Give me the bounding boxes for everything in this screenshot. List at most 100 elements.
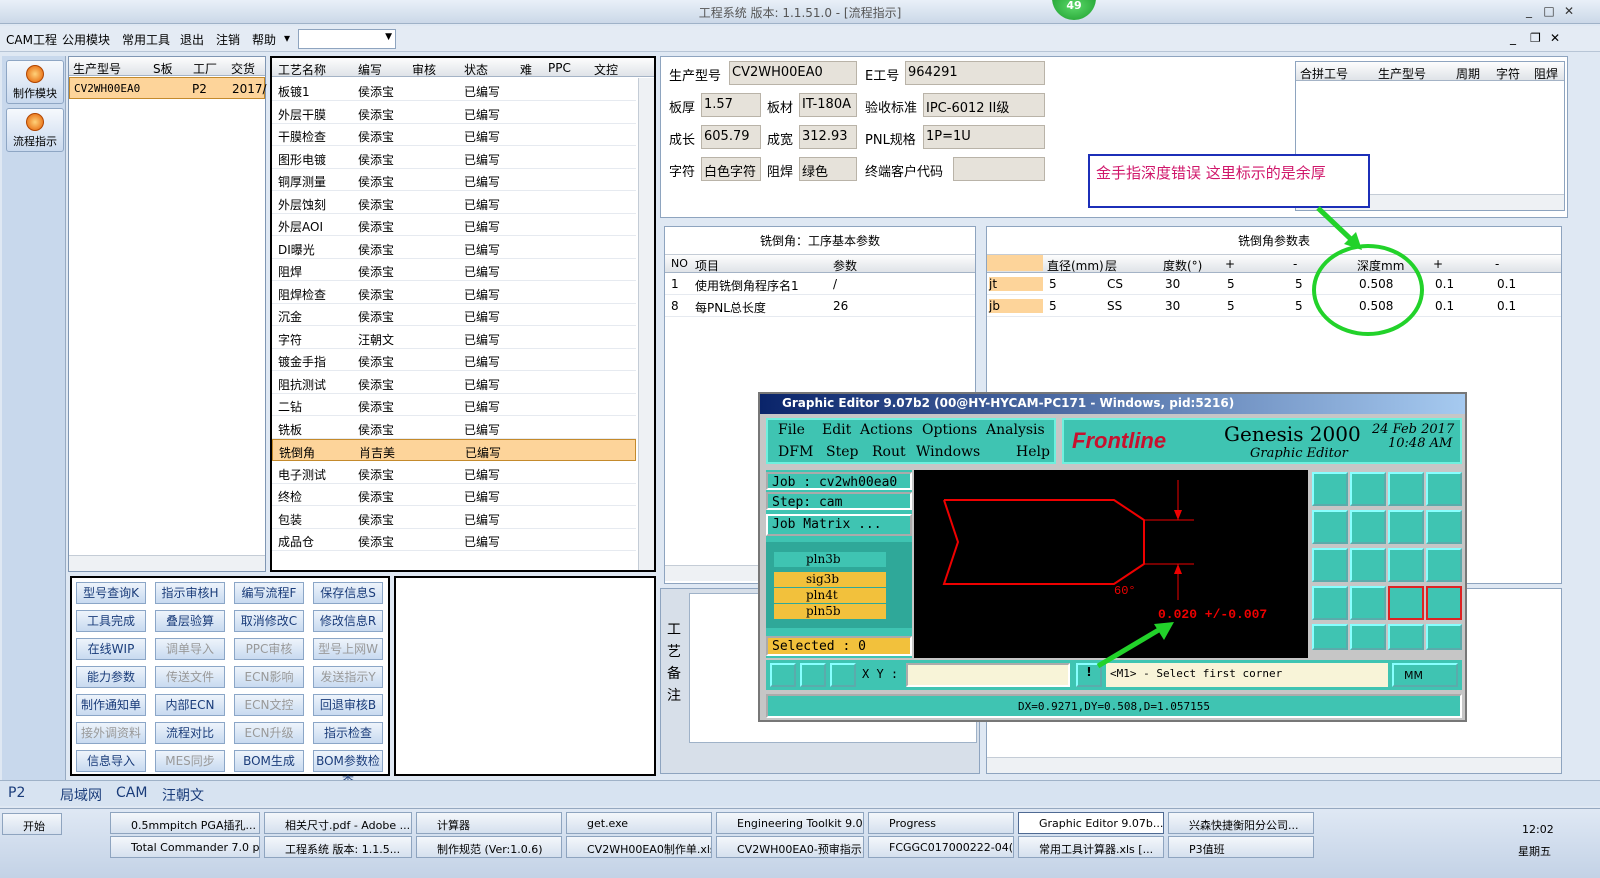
taskbar-item[interactable]: 常用工具计算器.xls [... (1018, 836, 1164, 858)
action-button[interactable]: BOM参数检查 (313, 750, 383, 788)
taskbar-item[interactable]: Progress (868, 812, 1014, 834)
module-make-button[interactable]: 制作模块 (6, 60, 64, 104)
window-icon[interactable] (1426, 472, 1462, 506)
table-row[interactable]: 铣倒角 肖吉美 已编写 (272, 439, 636, 461)
col-ppc[interactable]: PPC (548, 61, 571, 75)
table-row[interactable]: 成品仓 侯添宝 已编写 (272, 529, 636, 551)
action-button[interactable]: 型号查询K (76, 582, 146, 604)
field-len[interactable]: 605.79 (701, 125, 761, 149)
genesis-menu-step[interactable]: Step (826, 444, 858, 460)
tab-user[interactable]: 汪朝文 (162, 785, 204, 805)
genesis-menu-help[interactable]: Help (1016, 444, 1050, 460)
taskbar-item[interactable]: Graphic Editor 9.07b... (1018, 812, 1164, 834)
table-row[interactable]: 外层蚀刻 侯添宝 已编写 (272, 192, 636, 214)
action-button[interactable]: 在线WIP (76, 638, 146, 660)
taskbar-item[interactable]: Total Commander 7.0 pu... (110, 836, 260, 858)
col-model[interactable]: 生产型号 (73, 60, 121, 77)
table-row[interactable]: 外层AOI 侯添宝 已编写 (272, 214, 636, 236)
scale-icon[interactable] (1388, 548, 1424, 582)
col-difficulty[interactable]: 难 (520, 61, 532, 78)
bevel-col[interactable]: - (1293, 257, 1297, 271)
start-button[interactable]: 开始 (2, 813, 62, 835)
col-doc[interactable]: 文控 (594, 61, 618, 78)
genesis-menu-rout[interactable]: Rout (872, 444, 906, 460)
table-row[interactable]: 板镀1 侯添宝 已编写 (272, 79, 636, 101)
basic-params-row[interactable]: 8 每PNL总长度 26 (665, 295, 975, 317)
layer-item[interactable]: pln3b (774, 552, 886, 567)
ruler-icon[interactable] (1388, 624, 1424, 650)
action-button[interactable]: 修改信息R (313, 610, 383, 632)
order-row[interactable]: CV2WH00EA0 P2 2017/ (69, 77, 267, 99)
table-row[interactable]: 铣板 侯添宝 已编写 (272, 417, 636, 439)
field-cust[interactable] (953, 157, 1045, 181)
action-button[interactable]: 工具完成 (76, 610, 146, 632)
home-icon[interactable] (1388, 472, 1424, 506)
col-factory[interactable]: 工厂 (193, 60, 217, 77)
field-thick[interactable]: 1.57 (701, 93, 761, 117)
genesis-menu-file[interactable]: File (778, 422, 805, 438)
table-row[interactable]: 电子测试 侯添宝 已编写 (272, 462, 636, 484)
tab-p2[interactable]: P2 (8, 785, 25, 801)
action-button[interactable]: PPC审核 (234, 638, 304, 660)
mdi-minimize-icon[interactable]: _ (1510, 31, 1516, 45)
tab-lan[interactable]: 局域网 (60, 785, 102, 805)
genesis-menu-analysis[interactable]: Analysis (986, 422, 1045, 438)
action-button[interactable]: 能力参数 (76, 666, 146, 688)
menu-public[interactable]: 公用模块 (62, 31, 110, 48)
bevel-col[interactable] (987, 255, 1043, 271)
layer2-icon[interactable] (1426, 586, 1462, 620)
col-param[interactable]: 参数 (833, 257, 857, 274)
minimize-button[interactable]: _ (1520, 3, 1538, 19)
maximize-button[interactable]: □ (1540, 3, 1558, 19)
menu-help[interactable]: 帮助 (252, 31, 276, 48)
col-combine-no[interactable]: 合拼工号 (1300, 65, 1348, 82)
taskbar-item[interactable]: 工程系统 版本: 1.1.5... (264, 836, 412, 858)
col-cycle[interactable]: 周期 (1456, 65, 1480, 82)
action-button[interactable]: ECN影响 (234, 666, 304, 688)
help-icon[interactable] (1426, 548, 1462, 582)
table-row[interactable]: 包装 侯添宝 已编写 (272, 507, 636, 529)
field-model[interactable]: CV2WH00EA0 (729, 61, 857, 85)
taskbar-item[interactable]: 兴森快捷衡阳分公司... (1168, 812, 1314, 834)
edit-icon[interactable] (1312, 586, 1348, 620)
basic-params-row[interactable]: 1 使用铣倒角程序名1 / (665, 273, 975, 295)
module-flow-button[interactable]: 流程指示 (6, 108, 64, 152)
table-row[interactable]: 镀金手指 侯添宝 已编写 (272, 349, 636, 371)
menu-tools[interactable]: 常用工具 (122, 31, 170, 48)
bevel-col[interactable]: + (1433, 257, 1443, 271)
table-row[interactable]: 终检 侯添宝 已编写 (272, 484, 636, 506)
col-s[interactable]: S板 (153, 60, 173, 77)
close-button[interactable]: ✕ (1560, 3, 1578, 19)
menu-exit[interactable]: 退出 (180, 31, 204, 48)
field-char[interactable]: 白色字符 (701, 157, 761, 181)
taskbar-item[interactable]: FCGGC017000222-04(C... (868, 836, 1014, 858)
draw-icon[interactable] (1350, 624, 1386, 650)
action-button[interactable]: BOM生成 (234, 750, 304, 772)
action-button[interactable]: 制作通知单 (76, 694, 146, 716)
table-row[interactable]: 外层干膜 侯添宝 已编写 (272, 102, 636, 124)
table-row[interactable]: 字符 汪朝文 已编写 (272, 327, 636, 349)
probe-icon[interactable] (1350, 586, 1386, 620)
tab-cam[interactable]: CAM (116, 785, 147, 801)
genesis-menu-options[interactable]: Options (922, 422, 977, 438)
col-review[interactable]: 审核 (412, 61, 436, 78)
save-icon[interactable] (1350, 472, 1386, 506)
layer-icon[interactable] (1388, 586, 1424, 620)
layer-item[interactable]: pln4t (774, 588, 886, 603)
action-button[interactable]: 信息导入 (76, 750, 146, 772)
genesis-menu-dfm[interactable]: DFM (778, 444, 813, 460)
bevel-row[interactable]: jt 5 CS 30 5 5 0.508 0.1 0.1 (987, 273, 1561, 295)
bevel-row[interactable]: jb 5 SS 30 5 5 0.508 0.1 0.1 (987, 295, 1561, 317)
center-icon[interactable] (1350, 548, 1386, 582)
field-pnl[interactable]: 1P=1U (923, 125, 1045, 149)
process-vscroll[interactable] (638, 78, 654, 570)
menu-logout[interactable]: 注销 (216, 31, 240, 48)
action-button[interactable]: MES同步 (155, 750, 225, 772)
mdi-restore-icon[interactable]: ❐ (1530, 31, 1541, 45)
action-button[interactable]: 内部ECN (155, 694, 225, 716)
col-no[interactable]: NO (671, 257, 688, 270)
table-row[interactable]: 二钻 侯添宝 已编写 (272, 394, 636, 416)
bevel-col[interactable]: + (1225, 257, 1235, 271)
table-row[interactable]: 阻抗测试 侯添宝 已编写 (272, 372, 636, 394)
action-button[interactable]: 发送指示Y (313, 666, 383, 688)
